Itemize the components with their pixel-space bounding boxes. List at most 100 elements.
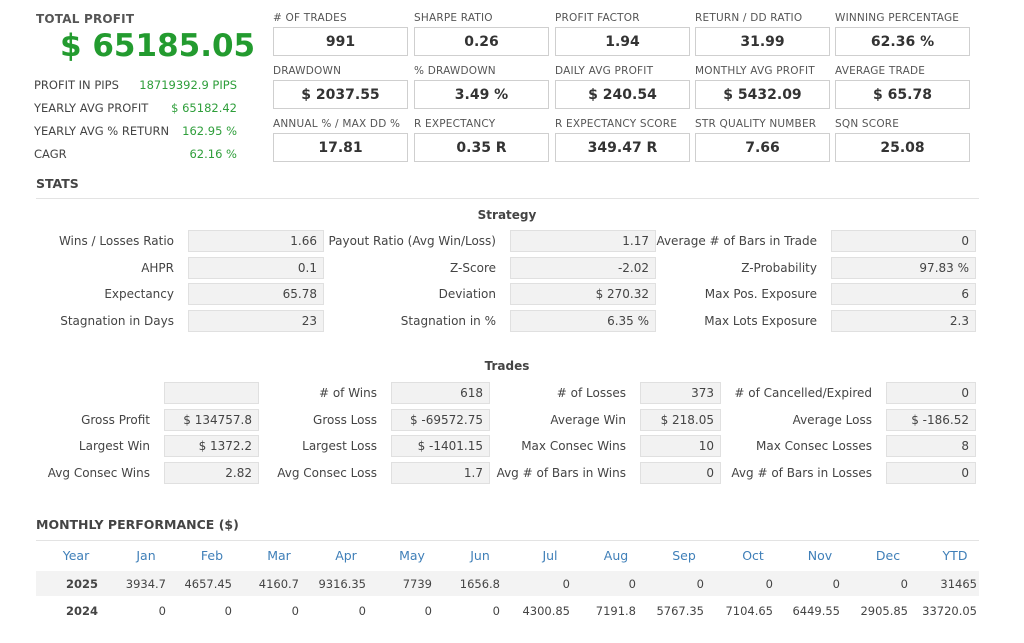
strategy-value: 1.66 [188,230,324,252]
strategy-value: $ 270.32 [510,283,656,305]
metric-value: 62.36 % [835,27,970,56]
metric-card: # OF TRADES 991 [273,12,408,56]
summary-row-yearly-avg-return: YEARLY AVG % RETURN 162.95 % [34,124,237,138]
summary-value: $ 65182.42 [171,101,237,115]
metric-card: MONTHLY AVG PROFIT $ 5432.09 [695,65,830,109]
metric-label: STR QUALITY NUMBER [695,118,817,130]
trades-label: Largest Win [78,439,150,453]
summary-value: 18719392.9 PIPS [139,78,237,92]
strategy-label: Wins / Losses Ratio [58,234,174,248]
strategy-value: 65.78 [188,283,324,305]
metric-value: $ 240.54 [555,80,690,109]
month-value: 0 [424,604,432,618]
month-value: 0 [832,577,840,591]
month-header: Apr [335,548,357,563]
metric-value: $ 2037.55 [273,80,408,109]
trades-value: 0 [640,462,721,484]
month-value: 0 [158,604,166,618]
metric-label: # OF TRADES [273,12,347,24]
month-header: YTD [942,548,968,563]
strategy-label: Average # of Bars in Trade [656,234,817,248]
trades-value: 618 [391,382,490,404]
trades-label: Max Consec Losses [756,439,872,453]
strategy-label: Z-Score [450,261,496,275]
trades-label: Avg # of Bars in Losses [731,466,872,480]
trades-label: Largest Loss [302,439,377,453]
strategy-label: Max Pos. Exposure [704,287,817,301]
trades-label: Gross Loss [313,413,377,427]
trades-value: $ -186.52 [886,409,976,431]
month-value: 4160.7 [258,577,299,591]
trades-label: Average Win [550,413,626,427]
strategy-value: 23 [188,310,324,332]
month-value: 31465 [940,577,977,591]
month-value: 0 [492,604,500,618]
strategy-value: 97.83 % [831,257,976,279]
trades-value: 1.7 [391,462,490,484]
month-value: 3934.7 [125,577,166,591]
trades-value: $ -1401.15 [391,435,490,457]
month-header: Mar [267,548,291,563]
strategy-label: Z-Probability [741,261,817,275]
metric-value: 31.99 [695,27,830,56]
metric-card: % DRAWDOWN 3.49 % [414,65,549,109]
metric-label: MONTHLY AVG PROFIT [695,65,815,77]
total-profit-value: $ 65185.05 [60,28,256,64]
month-value: 0 [696,577,704,591]
strategy-label: Expectancy [104,287,174,301]
trades-value: $ -69572.75 [391,409,490,431]
metric-card: PROFIT FACTOR 1.94 [555,12,690,56]
metric-label: SHARPE RATIO [414,12,493,24]
metric-label: SQN SCORE [835,118,900,130]
trades-label: Avg Consec Wins [47,466,150,480]
summary-row-cagr: CAGR 62.16 % [34,147,237,161]
summary-label: YEARLY AVG % RETURN [34,124,170,138]
trades-value: 0 [886,462,976,484]
trades-value: 10 [640,435,721,457]
metric-card: R EXPECTANCY 0.35 R [414,118,549,162]
strategy-value: 1.17 [510,230,656,252]
trades-label: Max Consec Wins [521,439,626,453]
metric-card: ANNUAL % / MAX DD % 17.81 [273,118,408,162]
summary-value: 162.95 % [182,124,237,138]
month-value: 9316.35 [318,577,366,591]
metric-value: 0.26 [414,27,549,56]
strategy-title: Strategy [477,208,537,222]
metric-value: 991 [273,27,408,56]
trades-value: 0 [886,382,976,404]
month-value: 0 [900,577,908,591]
metric-label: PROFIT FACTOR [555,12,640,24]
metric-label: AVERAGE TRADE [835,65,926,77]
metric-card: WINNING PERCENTAGE 62.36 % [835,12,970,56]
strategy-value: -2.02 [510,257,656,279]
month-header: Feb [200,548,224,563]
summary-label: YEARLY AVG PROFIT [34,101,149,115]
trades-value: 2.82 [164,462,259,484]
month-value: 4657.45 [184,577,232,591]
metric-label: WINNING PERCENTAGE [835,12,960,24]
metric-value: 3.49 % [414,80,549,109]
month-header: Jul [542,548,558,563]
month-value: 1656.8 [459,577,500,591]
month-value: 5767.35 [656,604,704,618]
strategy-value: 6.35 % [510,310,656,332]
year-cell: 2025 [65,577,98,591]
metric-value: $ 65.78 [835,80,970,109]
trades-label: Avg Consec Loss [277,466,377,480]
month-header: Nov [807,548,833,563]
month-value: 7104.65 [725,604,773,618]
metric-label: ANNUAL % / MAX DD % [273,118,401,130]
trades-value [164,382,259,404]
month-header: Aug [603,548,629,563]
metric-card: AVERAGE TRADE $ 65.78 [835,65,970,109]
trades-label: # of Cancelled/Expired [734,386,872,400]
trades-value: 373 [640,382,721,404]
strategy-value: 0.1 [188,257,324,279]
month-header: Dec [875,548,901,563]
monthly-title: MONTHLY PERFORMANCE ($) [36,517,239,532]
summary-row-yearly-avg-profit: YEARLY AVG PROFIT $ 65182.42 [34,101,237,115]
strategy-value: 2.3 [831,310,976,332]
month-value: 6449.55 [792,604,840,618]
metric-value: 1.94 [555,27,690,56]
trades-value: $ 1372.2 [164,435,259,457]
